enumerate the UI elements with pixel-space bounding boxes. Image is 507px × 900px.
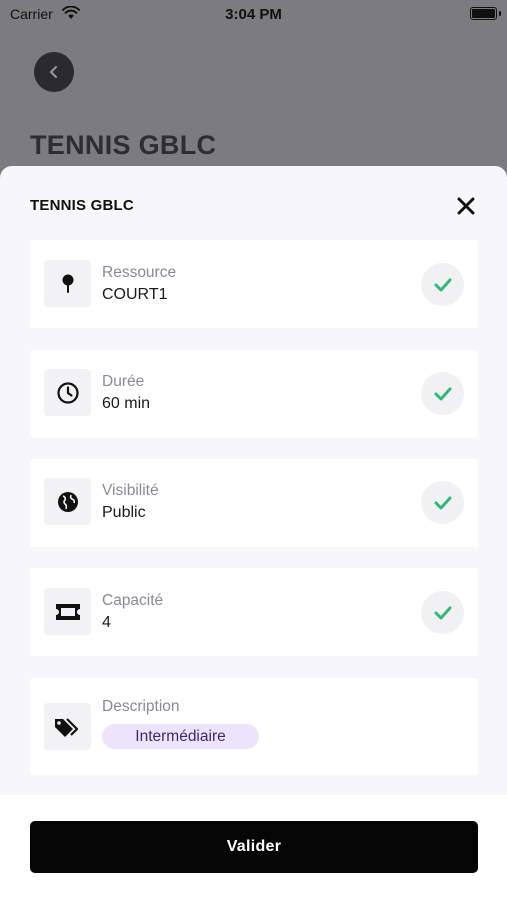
capacity-label: Capacité xyxy=(102,592,164,609)
battery-tip xyxy=(499,11,501,16)
resource-card[interactable]: Ressource COURT1 xyxy=(30,240,478,328)
check-icon xyxy=(421,372,464,415)
visibility-value: Public xyxy=(102,504,146,521)
capacity-value: 4 xyxy=(102,614,111,631)
duration-value: 60 min xyxy=(102,395,151,412)
status-bar: Carrier 3:04 PM xyxy=(0,0,507,28)
page-title: TENNIS GBLC xyxy=(30,130,217,160)
check-icon xyxy=(421,591,464,634)
battery-icon xyxy=(470,7,497,20)
clock-icon xyxy=(44,369,91,416)
clock-time: 3:04 PM xyxy=(225,6,282,23)
visibility-label: Visibilité xyxy=(102,482,159,499)
ticket-icon xyxy=(44,588,91,635)
globe-icon xyxy=(44,478,91,525)
chevron-left-icon xyxy=(50,66,57,78)
duration-card[interactable]: Durée 60 min xyxy=(30,350,478,438)
sheet-title: TENNIS GBLC xyxy=(30,197,134,214)
description-label: Description xyxy=(102,698,180,715)
description-card[interactable]: Description Intermédiaire xyxy=(30,678,478,775)
close-icon xyxy=(457,197,475,215)
check-icon xyxy=(421,263,464,306)
footer: Valider xyxy=(0,795,507,900)
validate-button[interactable]: Valider xyxy=(30,821,478,873)
visibility-card[interactable]: Visibilité Public xyxy=(30,459,478,547)
capacity-card[interactable]: Capacité 4 xyxy=(30,568,478,656)
level-tag: Intermédiaire xyxy=(102,724,259,749)
booking-sheet: TENNIS GBLC Ressource COURT1 Durée 60 mi… xyxy=(0,166,507,900)
close-button[interactable] xyxy=(453,193,479,219)
resource-value: COURT1 xyxy=(102,286,168,303)
check-icon xyxy=(421,481,464,524)
tennis-racket-icon xyxy=(44,260,91,307)
resource-label: Ressource xyxy=(102,264,177,281)
back-button[interactable] xyxy=(34,52,74,92)
tags-icon xyxy=(44,703,91,750)
duration-label: Durée xyxy=(102,373,145,390)
